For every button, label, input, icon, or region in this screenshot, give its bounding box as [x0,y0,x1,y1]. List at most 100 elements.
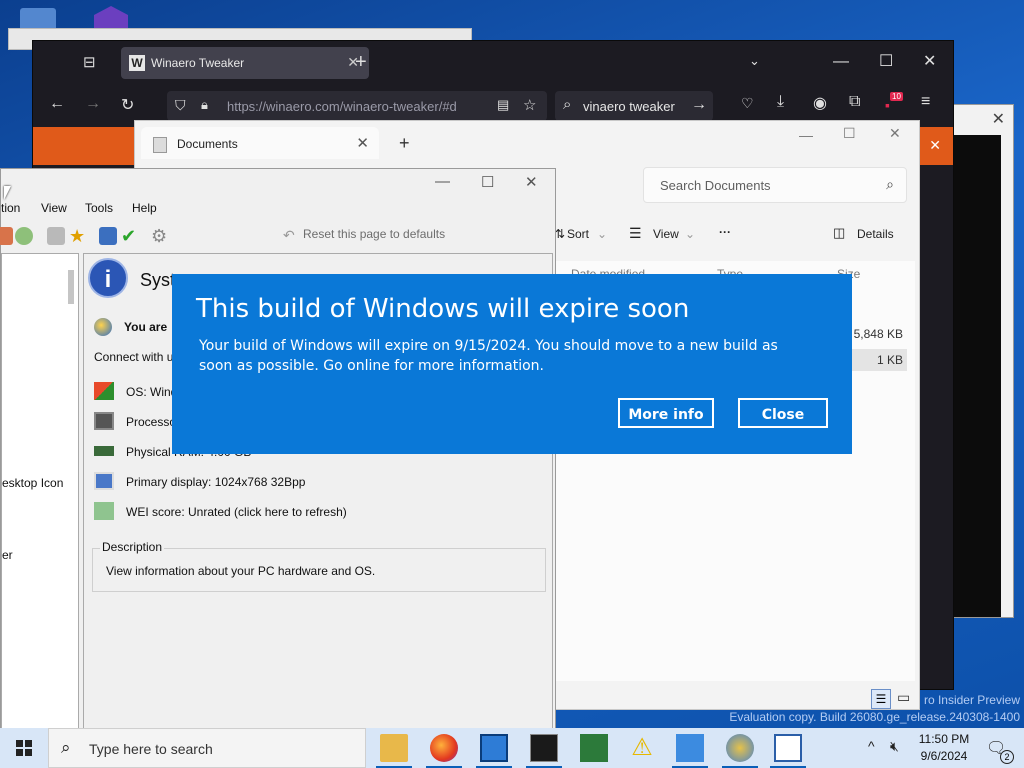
close-icon[interactable]: ✕ [929,137,941,154]
start-button[interactable] [0,728,48,768]
ram-icon [94,446,114,456]
winaero-tweaker-icon[interactable] [726,734,754,762]
clock-time[interactable]: 11:50 PM [914,732,974,746]
title-bar: — ☐ ✕ [1,169,555,197]
maximize-icon[interactable]: ☐ [879,51,893,71]
explorer-tab[interactable]: Documents ✕ [141,127,379,159]
apply-check-icon[interactable]: ✔ [121,227,139,245]
app-icon[interactable] [774,734,802,762]
app-icon[interactable] [580,734,608,762]
reset-page-button[interactable]: Reset this page to defaults [303,227,445,241]
file-explorer-icon[interactable] [380,734,408,762]
wei-text[interactable]: WEI score: Unrated (click here to refres… [126,505,347,519]
explorer-tab-title: Documents [177,137,238,151]
close-icon[interactable]: ✕ [992,109,1005,129]
chevron-down-icon: ⌄ [597,227,608,241]
details-view-icon[interactable]: ☰ [871,689,891,709]
reader-view-icon[interactable]: ▤ [497,97,509,113]
sort-icon[interactable]: ⇅ [555,227,565,241]
address-bar[interactable]: ⛉ 🔒︎ https://winaero.com/winaero-tweaker… [167,91,547,121]
display-text: Primary display: 1024x768 32Bpp [126,475,306,489]
lock-icon[interactable]: 🔒︎ [201,97,208,113]
info-icon: i [88,258,128,298]
menu-icon[interactable]: ≡ [921,93,930,111]
maximize-icon[interactable]: ☐ [481,173,494,191]
minimize-icon[interactable]: — [435,173,450,190]
connect-label: Connect with us: [94,350,183,364]
clock-date[interactable]: 9/6/2024 [914,749,974,763]
menu-item-view[interactable]: View [41,201,67,215]
dialog-title: This build of Windows will expire soon [196,294,690,324]
close-icon[interactable]: ✕ [889,125,901,142]
back-icon[interactable] [0,227,13,245]
taskbar-search-box[interactable]: ⌕ Type here to search [48,728,366,768]
tab-overview-icon[interactable]: ⊟ [83,53,96,71]
dialog-message: Your build of Windows will expire on 9/1… [199,338,778,374]
details-pane-icon: ◫ [833,225,846,240]
close-button[interactable]: Close [738,398,828,428]
pocket-icon[interactable]: ♡ [741,95,754,112]
windows-logo-icon [16,740,23,747]
firefox-icon[interactable] [430,734,458,762]
close-icon[interactable]: ✕ [525,173,538,191]
shield-icon[interactable]: ⛉ [175,97,186,114]
minimize-icon[interactable]: — [833,53,849,71]
pin-icon[interactable] [47,227,65,245]
chevron-down-icon[interactable]: ⌄ [749,53,760,69]
close-window-icon[interactable]: ✕ [923,51,936,71]
extensions-icon[interactable]: ⧉ [849,93,860,111]
winaero-favicon: W [129,55,145,71]
build-watermark-line2: Evaluation copy. Build 26080.ge_release.… [729,710,1020,724]
search-icon: ⌕ [61,738,71,757]
reload-icon[interactable]: ↻ [121,95,134,115]
favorite-star-icon[interactable]: ★ [69,227,87,245]
console-window[interactable]: ✕ [952,104,1014,618]
search-bar[interactable]: ⌕ vinaero tweaker → [555,91,713,121]
back-icon[interactable]: ← [49,95,65,113]
scrollbar[interactable] [68,270,74,304]
windows-logo-part [25,749,32,756]
speaker-muted-icon[interactable]: 🔇︎ [890,738,899,755]
forward-icon[interactable] [15,227,33,245]
new-tab-icon[interactable]: + [399,133,410,154]
maximize-icon[interactable]: ☐ [843,125,856,142]
search-query: vinaero tweaker [583,99,675,114]
tree-item[interactable]: esktop Icon [2,476,63,490]
menu-item-help[interactable]: Help [132,201,157,215]
taskbar: ⌕ Type here to search ⚠ ^ 🔇︎ 11:50 PM 9/… [0,728,1024,768]
search-icon: ⌕ [563,96,572,113]
new-tab-icon[interactable]: + [355,51,367,74]
windows-logo-part [25,740,32,747]
settings-gear-icon[interactable]: ⚙ [151,227,169,245]
remote-desktop-icon[interactable] [676,734,704,762]
shortcut-icon[interactable] [99,227,117,245]
more-info-button[interactable]: More info [618,398,714,428]
display-icon [94,472,114,490]
account-icon[interactable]: ◉ [813,93,827,113]
minimize-icon[interactable]: — [799,127,813,143]
chevron-down-icon: ⌄ [685,227,696,241]
warning-icon[interactable]: ⚠ [628,734,656,762]
search-documents-input[interactable]: Search Documents ⌕ [643,167,907,203]
tree-item[interactable]: er [2,548,13,562]
menu-item-tools[interactable]: Tools [85,201,113,215]
close-tab-icon[interactable]: ✕ [356,134,369,152]
more-options-button[interactable]: ··· [719,225,731,239]
bookmark-star-icon[interactable]: ☆ [523,96,536,114]
terminal-icon[interactable] [530,734,558,762]
menu-item-navigation[interactable]: tion [1,201,20,215]
view-button[interactable]: View [653,227,679,241]
app-window-icon[interactable] [480,734,508,762]
chevron-up-icon[interactable]: ^ [868,738,875,754]
downloads-icon[interactable]: ⤓ [777,93,784,111]
sort-button[interactable]: Sort [567,227,589,241]
file-size: 5,848 KB [853,327,903,341]
url-text: https://winaero.com/winaero-tweaker/#d [227,99,457,114]
go-arrow-icon[interactable]: → [691,96,707,114]
description-legend: Description [100,540,165,554]
navigation-tree[interactable]: esktop Icon er [1,253,79,731]
forward-icon[interactable]: → [85,95,101,113]
browser-tab[interactable]: W Winaero Tweaker ✕ [121,47,369,79]
details-button[interactable]: Details [857,227,894,241]
tiles-view-icon[interactable]: ▭ [897,689,910,706]
